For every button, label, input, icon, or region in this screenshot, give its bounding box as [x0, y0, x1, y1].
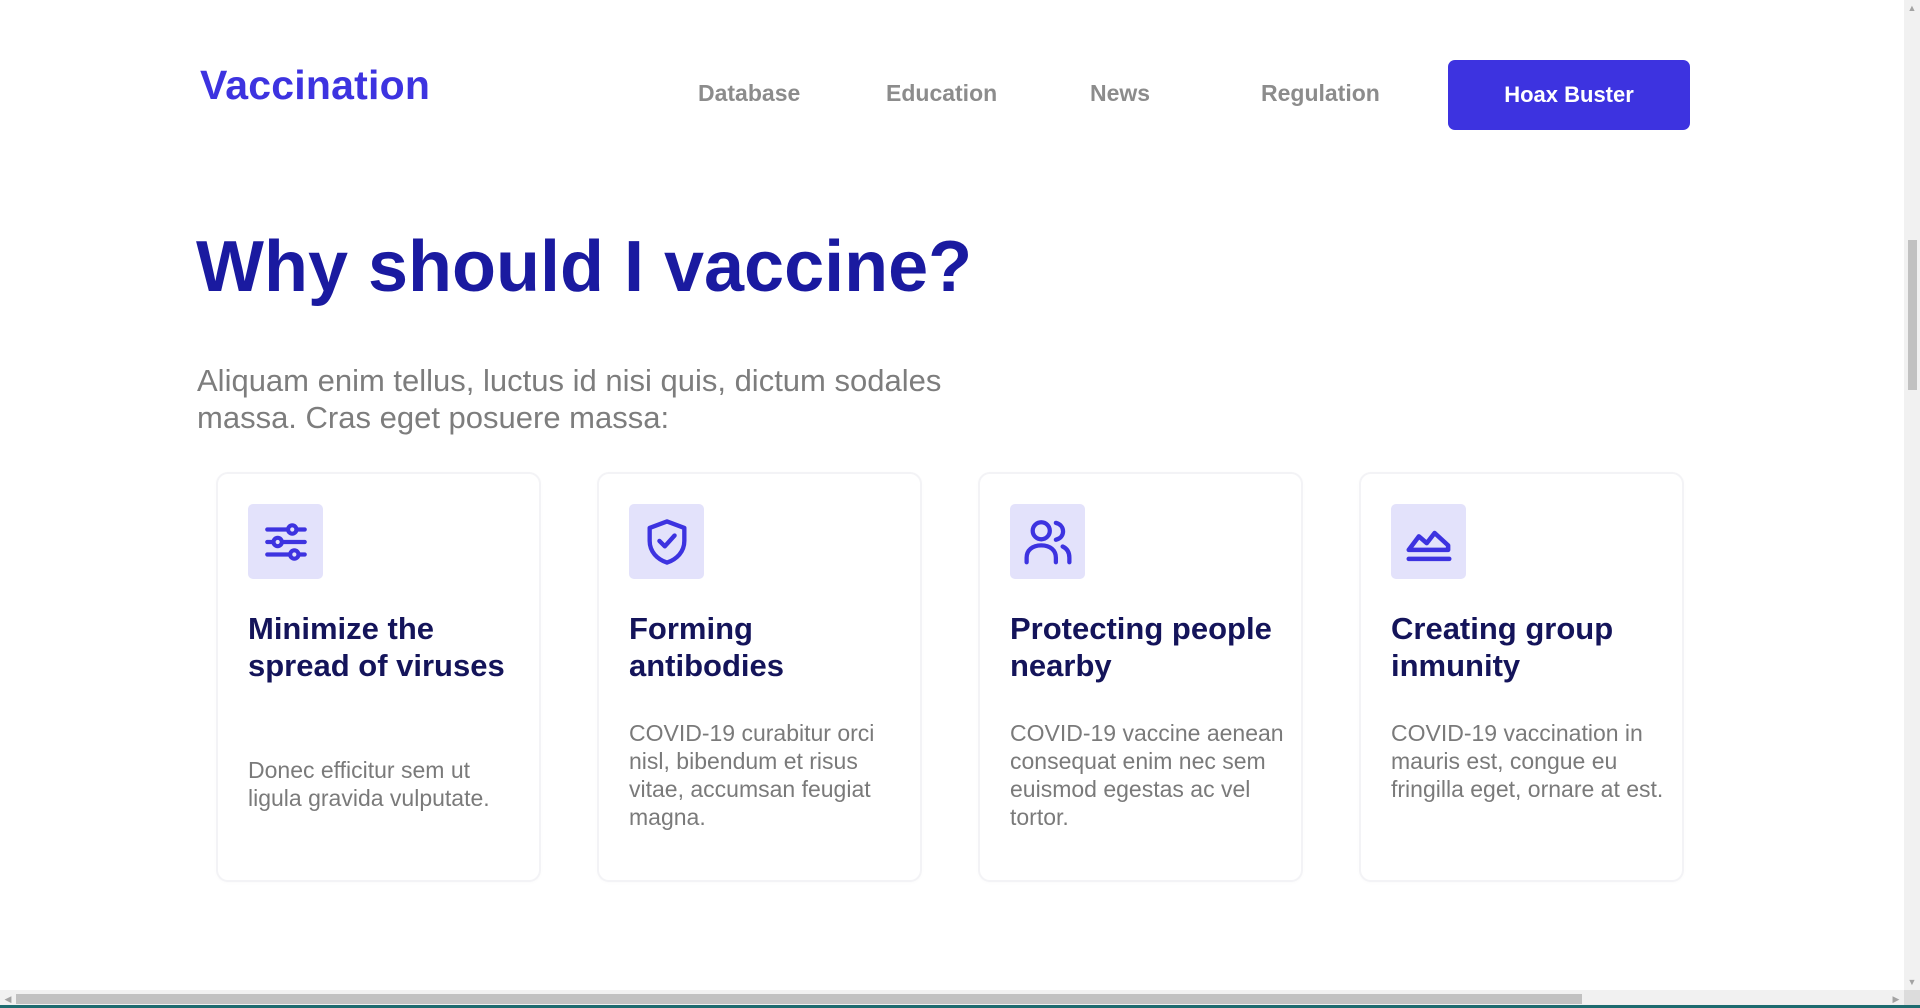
area-chart-icon: [1391, 504, 1466, 579]
scroll-down-icon[interactable]: ▼: [1904, 974, 1920, 990]
card-text: Donec efficitur sem ut ligula gravida vu…: [248, 757, 490, 811]
nav-link-news[interactable]: News: [1090, 80, 1150, 107]
hero-description: Aliquam enim tellus, luctus id nisi quis…: [197, 363, 942, 435]
vertical-scroll-thumb[interactable]: [1908, 240, 1917, 390]
site-logo[interactable]: Vaccination: [200, 62, 430, 109]
page-title: Why should I vaccine?: [196, 227, 973, 307]
card-title: Creating group inmunity: [1391, 611, 1614, 683]
card-title: Forming antibodies: [629, 611, 785, 683]
shield-check-icon: [629, 504, 704, 579]
hoax-buster-button[interactable]: Hoax Buster: [1448, 60, 1690, 130]
feature-card-forming-antibodies: Forming antibodies COVID-19 curabitur or…: [597, 472, 922, 882]
card-text: COVID-19 vaccination in mauris est, cong…: [1391, 720, 1664, 802]
horizontal-scroll-thumb[interactable]: [16, 994, 1582, 1004]
page: Vaccination Database Education News Regu…: [0, 0, 1904, 990]
scroll-up-icon[interactable]: ▲: [1904, 0, 1920, 16]
card-text: COVID-19 vaccine aenean consequat enim n…: [1010, 720, 1284, 830]
feature-card-group-immunity: Creating group inmunity COVID-19 vaccina…: [1359, 472, 1684, 882]
feature-card-protecting-people: Protecting people nearby COVID-19 vaccin…: [978, 472, 1303, 882]
nav-link-regulation[interactable]: Regulation: [1261, 80, 1380, 107]
users-icon: [1010, 504, 1085, 579]
feature-card-minimize-spread: Minimize the spread of viruses Donec eff…: [216, 472, 541, 882]
vertical-scrollbar[interactable]: ▲ ▼: [1904, 0, 1920, 990]
card-text: COVID-19 curabitur orci nisl, bibendum e…: [629, 720, 875, 830]
card-title: Minimize the spread of viruses: [248, 611, 505, 683]
sliders-icon: [248, 504, 323, 579]
nav-link-database[interactable]: Database: [698, 80, 800, 107]
card-title: Protecting people nearby: [1010, 611, 1272, 683]
nav-link-education[interactable]: Education: [886, 80, 997, 107]
